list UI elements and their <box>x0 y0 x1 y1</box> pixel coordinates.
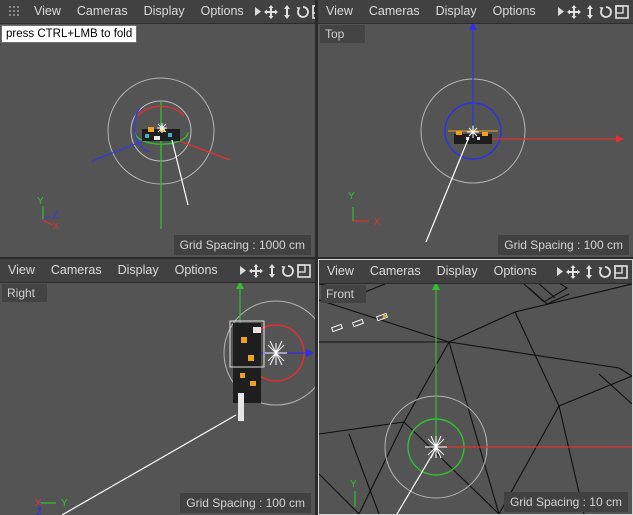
grid-spacing-label: Grid Spacing : 10 cm <box>503 492 628 512</box>
axis-label-z: Z <box>53 210 59 220</box>
menu-options[interactable]: Options <box>193 0 252 23</box>
menu-view[interactable]: View <box>0 259 43 282</box>
maximize-icon[interactable] <box>297 263 311 278</box>
menu-display[interactable]: Display <box>429 260 486 283</box>
viewport-menubar: View Cameras Display Options <box>319 260 632 284</box>
menu-overflow-arrow-icon[interactable] <box>554 260 566 283</box>
axis-label-y: Y <box>350 479 357 490</box>
viewport-menubar: View Cameras Display Options <box>318 0 633 24</box>
viewport-label[interactable]: Right <box>2 284 47 302</box>
pan-icon[interactable] <box>280 4 294 19</box>
viewport-front[interactable]: View Cameras Display Options Y Front Gri… <box>318 259 633 515</box>
axis-label-z: Z <box>36 507 42 515</box>
menu-display[interactable]: Display <box>428 0 485 23</box>
viewport-canvas[interactable]: Y Z X Grid Spacing : 1000 cm <box>0 24 315 257</box>
menu-view[interactable]: View <box>318 0 361 23</box>
pan-icon[interactable] <box>265 263 279 278</box>
move-icon[interactable] <box>249 263 263 278</box>
perspective-scene: Y Z X <box>37 77 231 231</box>
pan-icon[interactable] <box>583 4 597 19</box>
fold-tooltip: press CTRL+LMB to fold <box>1 25 138 43</box>
axis-label-y: Y <box>61 498 68 509</box>
menu-overflow-arrow-icon[interactable] <box>252 0 264 23</box>
grid-spacing-label: Grid Spacing : 100 cm <box>498 235 629 255</box>
grid-spacing-label: Grid Spacing : 1000 cm <box>173 235 311 255</box>
menu-overflow-arrow-icon[interactable] <box>555 0 567 23</box>
viewport-perspective[interactable]: View Cameras Display Options Y Z X Grid … <box>0 0 315 257</box>
rotate-icon[interactable] <box>296 5 310 19</box>
menu-cameras[interactable]: Cameras <box>361 0 428 23</box>
menu-cameras[interactable]: Cameras <box>43 259 110 282</box>
axis-label-y: Y <box>348 191 355 202</box>
menu-cameras[interactable]: Cameras <box>69 0 136 23</box>
viewport-menubar: View Cameras Display Options <box>0 259 315 283</box>
grid-spacing-label: Grid Spacing : 100 cm <box>180 493 311 513</box>
menu-options[interactable]: Options <box>486 260 545 283</box>
viewport-canvas[interactable]: X Y Z Right Grid Spacing : 100 cm <box>0 283 315 515</box>
menu-display[interactable]: Display <box>136 0 193 23</box>
viewport-label[interactable]: Front <box>321 285 366 303</box>
rotate-icon[interactable] <box>281 264 295 278</box>
rotate-icon[interactable] <box>598 265 612 279</box>
viewport-canvas[interactable]: Y X Top Grid Spacing : 100 cm <box>318 24 633 257</box>
axis-gizmo: Y Z X <box>37 196 59 231</box>
menu-options[interactable]: Options <box>485 0 544 23</box>
top-scene: Y X <box>348 24 624 243</box>
front-scene: Y <box>319 284 632 514</box>
viewport-label[interactable]: Top <box>320 25 365 43</box>
right-scene: X Y Z <box>35 283 315 515</box>
axis-gizmo: X Y Z <box>35 498 68 515</box>
menu-cameras[interactable]: Cameras <box>362 260 429 283</box>
maximize-icon[interactable] <box>615 4 629 19</box>
menu-view[interactable]: View <box>26 0 69 23</box>
viewport-top[interactable]: View Cameras Display Options Y X Top Gri… <box>318 0 633 257</box>
menu-view[interactable]: View <box>319 260 362 283</box>
rotate-icon[interactable] <box>599 5 613 19</box>
menu-display[interactable]: Display <box>110 259 167 282</box>
maximize-icon[interactable] <box>614 264 628 279</box>
menu-options[interactable]: Options <box>167 259 226 282</box>
viewport-canvas[interactable]: Y Front Grid Spacing : 10 cm <box>319 284 632 514</box>
viewport-menubar: View Cameras Display Options <box>0 0 315 24</box>
viewport-right[interactable]: View Cameras Display Options X Y Z Right… <box>0 259 315 515</box>
move-icon[interactable] <box>567 4 581 19</box>
menu-overflow-arrow-icon[interactable] <box>237 259 249 282</box>
move-icon[interactable] <box>566 264 580 279</box>
grip-icon[interactable] <box>8 5 22 19</box>
pan-icon[interactable] <box>582 264 596 279</box>
maximize-icon[interactable] <box>311 4 315 19</box>
axis-label-x: X <box>53 221 59 231</box>
move-icon[interactable] <box>263 4 278 19</box>
axis-gizmo: Y <box>350 479 357 507</box>
axis-label-y: Y <box>37 196 44 207</box>
axis-gizmo: Y X <box>348 191 381 228</box>
axis-label-x: X <box>374 217 381 228</box>
